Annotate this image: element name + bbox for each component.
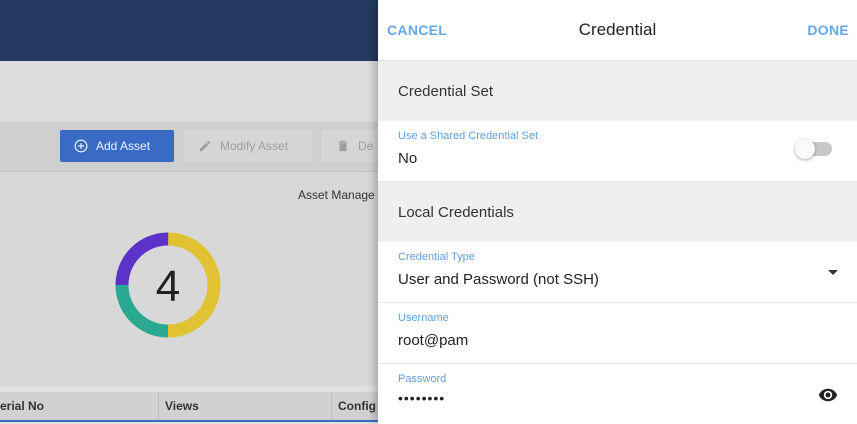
panel-header: CANCEL Credential DONE — [378, 0, 857, 61]
modify-asset-label: Modify Asset — [220, 139, 289, 153]
chart-title: Asset Manage — [298, 188, 375, 202]
column-views[interactable]: Views — [158, 392, 199, 420]
credential-type-value: User and Password (not SSH) — [398, 271, 599, 288]
password-input[interactable]: •••••••• — [398, 389, 837, 407]
delete-asset-label: De — [358, 139, 374, 153]
trash-icon — [338, 140, 348, 152]
shared-credential-label: Use a Shared Credential Set — [398, 130, 539, 142]
section-credential-set: Credential Set — [378, 61, 857, 121]
modify-asset-button[interactable]: Modify Asset — [184, 130, 312, 162]
cancel-button[interactable]: CANCEL — [387, 22, 447, 38]
pencil-icon — [199, 140, 211, 152]
section-local-credentials: Local Credentials — [378, 182, 857, 242]
shared-credential-toggle[interactable] — [795, 139, 832, 159]
password-label: Password — [398, 373, 447, 385]
add-asset-button[interactable]: Add Asset — [60, 130, 174, 162]
dropdown-arrow-icon[interactable] — [828, 270, 838, 275]
add-circle-icon — [74, 139, 88, 153]
username-label: Username — [398, 312, 449, 324]
username-input[interactable]: root@pam — [398, 332, 837, 350]
done-button[interactable]: DONE — [807, 22, 849, 38]
panel-title: Credential — [578, 20, 657, 39]
toggle-knob — [795, 139, 815, 159]
shared-credential-value: No — [398, 150, 418, 167]
username-field[interactable]: Username root@pam — [378, 303, 857, 364]
asset-count: 4 — [156, 262, 180, 311]
credential-type-select[interactable]: Credential Type User and Password (not S… — [378, 242, 857, 303]
password-field[interactable]: Password •••••••• — [378, 364, 857, 424]
credential-panel: CANCEL Credential DONE Credential Set Us… — [378, 0, 857, 424]
show-password-eye-icon[interactable] — [818, 385, 838, 405]
column-serial-no[interactable]: erial No — [0, 392, 44, 420]
shared-credential-field: Use a Shared Credential Set No — [378, 121, 857, 182]
add-asset-label: Add Asset — [96, 139, 151, 153]
credential-type-label: Credential Type — [398, 251, 475, 263]
asset-donut-chart: 4 — [115, 232, 221, 338]
